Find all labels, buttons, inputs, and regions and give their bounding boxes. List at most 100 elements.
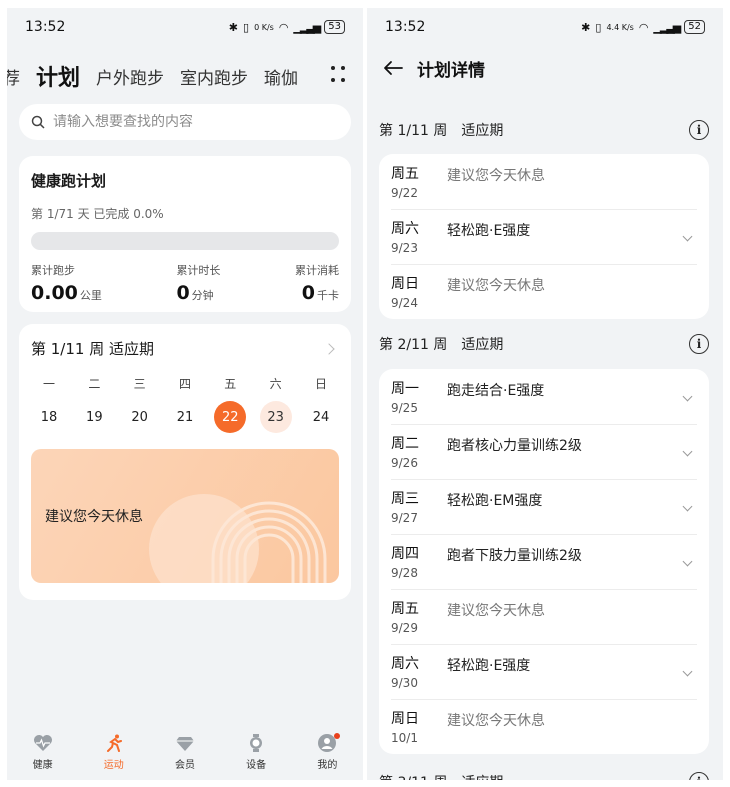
row-activity: 建议您今天休息	[447, 168, 545, 184]
list-item[interactable]: 周六 9/30 轻松跑·E强度	[379, 644, 709, 699]
chevron-down-icon[interactable]	[682, 231, 693, 242]
net-speed: 4.4 K/s	[606, 22, 634, 32]
nav-label: 我的	[317, 759, 338, 771]
date-cell[interactable]: 20	[124, 401, 156, 433]
weekday-label: 二	[88, 376, 101, 391]
nav-me[interactable]: 我的	[302, 732, 352, 771]
week-phase: 适应期	[461, 772, 503, 780]
date-cell-today[interactable]: 22	[214, 401, 247, 433]
nav-label: 会员	[174, 759, 195, 771]
chevron-down-icon[interactable]	[682, 556, 693, 567]
plan-detail-screen: 13:52 ✱ ▯ 4.4 K/s ◠ ▁▂▃▅ 52 计划详情 第 1/11 …	[367, 8, 723, 780]
chevron-down-icon[interactable]	[682, 391, 693, 402]
tab-plan[interactable]: 计划	[36, 60, 80, 92]
nav-label: 健康	[32, 759, 53, 771]
list-item[interactable]: 周三 9/27 轻松跑·EM强度	[379, 479, 709, 534]
battery-icon: 53	[324, 20, 345, 34]
row-activity: 轻松跑·E强度	[447, 658, 531, 674]
list-item[interactable]: 周五 9/22 建议您今天休息	[379, 154, 709, 209]
week-label: 第 3/11 周	[379, 772, 447, 780]
row-weekday: 周一	[391, 381, 419, 397]
detail-header: 计划详情	[367, 48, 723, 88]
row-activity: 轻松跑·EM强度	[447, 493, 543, 509]
stat-unit: 分钟	[191, 289, 214, 302]
bluetooth-icon: ✱	[581, 20, 591, 34]
stat-duration: 累计时长 0 分钟	[176, 262, 220, 304]
stat-value: 0	[176, 282, 190, 304]
list-item[interactable]: 周一 9/25 跑走结合·E强度	[379, 369, 709, 424]
row-weekday: 周五	[391, 166, 419, 182]
date-row: 18 19 20 21 22 23 24	[31, 401, 339, 433]
list-item[interactable]: 周日 10/1 建议您今天休息	[379, 699, 709, 754]
week-title: 第 1/11 周 适应期	[31, 340, 154, 358]
stat-unit: 千卡	[316, 289, 339, 302]
stat-distance: 累计跑步 0.00 公里	[31, 262, 102, 304]
weekday-label: 四	[178, 376, 191, 391]
weekday-row: 一 二 三 四 五 六 日	[31, 375, 339, 391]
row-date: 9/28	[391, 566, 418, 580]
list-item[interactable]: 周五 9/29 建议您今天休息	[379, 589, 709, 644]
vibrate-icon: ▯	[595, 20, 602, 34]
search-input[interactable]	[53, 114, 339, 130]
info-icon[interactable]: i	[689, 334, 709, 354]
chevron-right-icon[interactable]	[323, 342, 335, 355]
status-bar: 13:52 ✱ ▯ 4.4 K/s ◠ ▁▂▃▅ 52	[367, 8, 723, 46]
wifi-icon: ◠	[638, 20, 649, 34]
net-speed: 0 K/s	[254, 22, 274, 32]
list-item[interactable]: 周六 9/23 轻松跑·E强度	[379, 209, 709, 264]
list-item[interactable]: 周四 9/28 跑者下肢力量训练2级	[379, 534, 709, 589]
row-weekday: 周四	[391, 546, 419, 562]
nav-exercise[interactable]: 运动	[89, 734, 139, 771]
tab-outdoor-run[interactable]: 户外跑步	[96, 64, 164, 89]
watch-icon	[246, 733, 266, 752]
week-label: 第 1/11 周	[379, 123, 448, 139]
weekday-label: 日	[314, 376, 327, 391]
row-date: 9/26	[391, 456, 418, 470]
nav-label: 设备	[246, 759, 267, 771]
row-weekday: 周二	[391, 436, 419, 452]
date-cell[interactable]: 19	[78, 401, 110, 433]
nav-device[interactable]: 设备	[231, 733, 281, 771]
tab-indoor-run[interactable]: 室内跑步	[180, 64, 248, 89]
info-icon[interactable]: i	[689, 120, 709, 140]
row-weekday: 周日	[391, 711, 419, 727]
date-cell[interactable]: 23	[259, 401, 292, 433]
heart-icon	[33, 734, 53, 752]
row-activity: 建议您今天休息	[447, 603, 545, 619]
nav-member[interactable]: 会员	[160, 734, 210, 771]
weekday-label: 一	[42, 376, 55, 391]
plan-progress-bar	[31, 232, 339, 250]
more-tabs-icon[interactable]	[329, 64, 347, 84]
track-illustration	[149, 494, 327, 583]
bluetooth-icon: ✱	[228, 20, 238, 34]
stat-value: 0.00	[31, 282, 78, 304]
chevron-down-icon[interactable]	[682, 666, 693, 677]
tab-yoga[interactable]: 瑜伽	[264, 64, 298, 89]
stat-unit: 公里	[79, 289, 102, 302]
week-section-header: 第 1/11 周适应期 i	[379, 120, 709, 140]
back-arrow-icon[interactable]	[383, 60, 403, 76]
list-item[interactable]: 周二 9/26 跑者核心力量训练2级	[379, 424, 709, 479]
info-icon[interactable]: i	[689, 772, 709, 780]
date-cell[interactable]: 24	[305, 401, 337, 433]
nav-health[interactable]: 健康	[18, 734, 68, 771]
weekday-label: 三	[133, 376, 146, 391]
vibrate-icon: ▯	[243, 20, 250, 34]
row-date: 9/29	[391, 621, 418, 635]
date-cell[interactable]: 21	[169, 401, 201, 433]
row-date: 9/23	[391, 241, 418, 255]
stat-calories: 累计消耗 0 千卡	[295, 262, 339, 304]
chevron-down-icon[interactable]	[682, 446, 693, 457]
list-item[interactable]: 周日 9/24 建议您今天休息	[379, 264, 709, 319]
plan-summary-card[interactable]: 健康跑计划 第 1/71 天 已完成 0.0% 累计跑步 0.00 公里 累计时长…	[19, 156, 351, 312]
chevron-down-icon[interactable]	[682, 501, 693, 512]
row-date: 9/30	[391, 676, 418, 690]
week-phase: 适应期	[461, 123, 504, 139]
week-calendar-card[interactable]: 第 1/11 周 适应期 一 二 三 四 五 六 日 18 19 20 21 2…	[19, 324, 351, 600]
weekday-label: 六	[269, 376, 282, 391]
search-bar[interactable]	[19, 104, 351, 140]
week-1-list: 周五 9/22 建议您今天休息 周六 9/23 轻松跑·E强度 周日 9/24 建议您…	[379, 154, 709, 319]
tab-recommend[interactable]: 荐	[7, 64, 20, 89]
date-cell[interactable]: 18	[33, 401, 65, 433]
signal-icon: ▁▂▃▅	[293, 20, 321, 34]
